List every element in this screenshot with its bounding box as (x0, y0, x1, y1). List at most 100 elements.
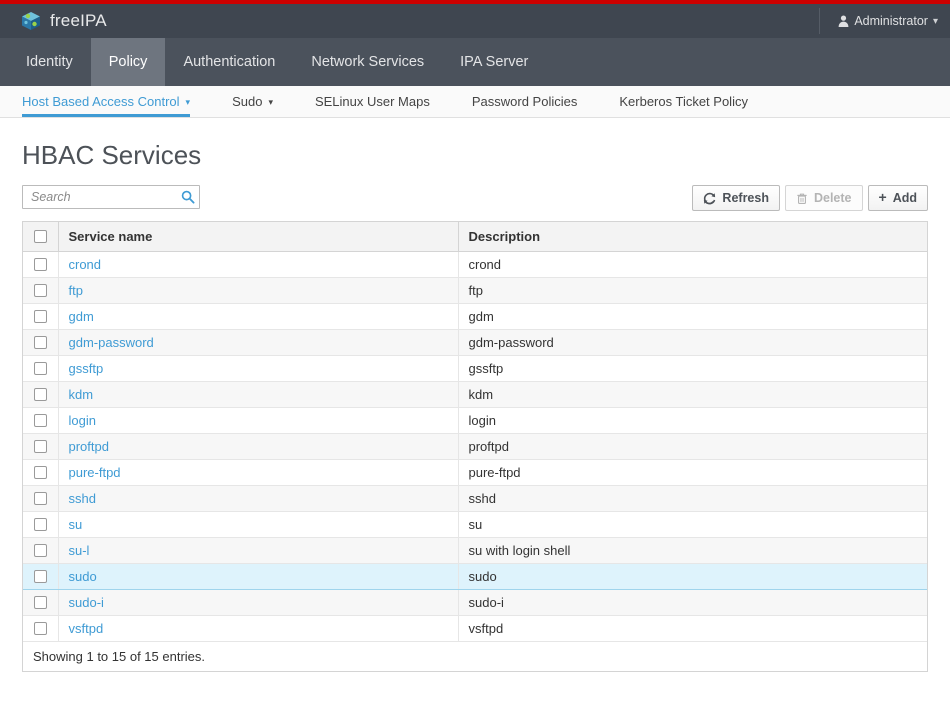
nav-item-network-services[interactable]: Network Services (293, 38, 442, 86)
description-cell: gssftp (458, 355, 927, 382)
service-name-cell: ftp (58, 277, 459, 304)
row-checkbox[interactable] (34, 258, 47, 271)
service-name-link[interactable]: su-l (69, 543, 90, 558)
subnav-item-selinux-user-maps[interactable]: SELinux User Maps (315, 86, 450, 117)
select-all-checkbox[interactable] (34, 230, 47, 243)
table-row[interactable]: proftpd proftpd (23, 433, 927, 460)
table-row[interactable]: sudo sudo (23, 563, 927, 590)
table-row[interactable]: su-l su with login shell (23, 537, 927, 564)
add-button[interactable]: + Add (867, 185, 928, 211)
nav-item-policy[interactable]: Policy (90, 38, 166, 86)
description-cell: ftp (458, 277, 927, 304)
chevron-down-icon: ▾ (185, 97, 191, 107)
row-checkbox[interactable] (34, 570, 47, 583)
subnav-item-password-policies[interactable]: Password Policies (472, 86, 598, 117)
service-name-link[interactable]: crond (69, 257, 102, 272)
row-select-cell (23, 485, 59, 512)
row-select-cell (23, 563, 59, 590)
service-name-link[interactable]: sudo (69, 569, 97, 584)
description-cell: vsftpd (458, 615, 927, 642)
subnav-item-kerberos-ticket-policy[interactable]: Kerberos Ticket Policy (619, 86, 768, 117)
refresh-button-label: Refresh (722, 191, 769, 205)
subnav-item-host-based-access-control[interactable]: Host Based Access Control ▾ (22, 86, 210, 117)
plus-icon: + (878, 189, 887, 205)
ipa-cube-logo-icon (22, 12, 40, 30)
row-checkbox[interactable] (34, 362, 47, 375)
brand-name: freeIPA (50, 11, 107, 30)
row-checkbox[interactable] (34, 336, 47, 349)
row-checkbox[interactable] (34, 466, 47, 479)
table-footer-summary: Showing 1 to 15 of 15 entries. (23, 642, 927, 671)
row-select-cell (23, 459, 59, 486)
table-row[interactable]: kdm kdm (23, 381, 927, 408)
row-checkbox[interactable] (34, 414, 47, 427)
service-name-link[interactable]: su (69, 517, 83, 532)
row-checkbox[interactable] (34, 310, 47, 323)
row-checkbox[interactable] (34, 284, 47, 297)
delete-button[interactable]: Delete (784, 185, 863, 211)
description-cell: gdm-password (458, 329, 927, 356)
service-name-link[interactable]: sshd (69, 491, 96, 506)
refresh-button[interactable]: Refresh (692, 185, 780, 211)
service-name-cell: sshd (58, 485, 459, 512)
service-name-cell: gdm (58, 303, 459, 330)
user-menu[interactable]: Administrator ▾ (819, 8, 938, 34)
service-name-link[interactable]: gdm (69, 309, 94, 324)
brand[interactable]: freeIPA (20, 10, 107, 32)
service-name-link[interactable]: sudo-i (69, 595, 104, 610)
table-row[interactable]: pure-ftpd pure-ftpd (23, 459, 927, 486)
row-checkbox[interactable] (34, 492, 47, 505)
row-checkbox[interactable] (34, 622, 47, 635)
table-row[interactable]: crond crond (23, 251, 927, 278)
service-name-link[interactable]: gdm-password (69, 335, 154, 350)
row-select-cell (23, 433, 59, 460)
masthead: freeIPA Administrator ▾ (0, 4, 950, 38)
row-checkbox[interactable] (34, 440, 47, 453)
select-all-header (23, 222, 59, 252)
table-row[interactable]: sshd sshd (23, 485, 927, 512)
description-cell: su with login shell (458, 537, 927, 564)
service-name-link[interactable]: proftpd (69, 439, 109, 454)
table-row[interactable]: login login (23, 407, 927, 434)
service-name-cell: su (58, 511, 459, 538)
description-cell: sudo-i (458, 589, 927, 616)
subnav-label: Kerberos Ticket Policy (619, 94, 748, 109)
toolbar: Refresh Delete + Add (22, 185, 928, 211)
search-icon (181, 190, 195, 204)
nav-item-ipa-server[interactable]: IPA Server (442, 38, 546, 86)
service-name-cell: gssftp (58, 355, 459, 382)
hbac-services-table: Service name Description crond crond ftp ft… (23, 222, 927, 642)
trash-icon (797, 193, 807, 204)
service-name-cell: kdm (58, 381, 459, 408)
row-checkbox[interactable] (34, 596, 47, 609)
column-header-service-name[interactable]: Service name (58, 222, 459, 252)
service-name-link[interactable]: kdm (69, 387, 94, 402)
table-row[interactable]: ftp ftp (23, 277, 927, 304)
table-row[interactable]: gdm-password gdm-password (23, 329, 927, 356)
table-row[interactable]: sudo-i sudo-i (23, 589, 927, 616)
column-header-description[interactable]: Description (458, 222, 927, 252)
row-checkbox[interactable] (34, 518, 47, 531)
row-checkbox[interactable] (34, 544, 47, 557)
service-name-link[interactable]: pure-ftpd (69, 465, 121, 480)
search-input[interactable] (22, 185, 200, 209)
service-name-link[interactable]: vsftpd (69, 621, 104, 636)
row-checkbox[interactable] (34, 388, 47, 401)
refresh-icon (704, 192, 716, 204)
nav-item-authentication[interactable]: Authentication (165, 38, 293, 86)
service-name-link[interactable]: gssftp (69, 361, 104, 376)
table-row[interactable]: su su (23, 511, 927, 538)
table-row[interactable]: vsftpd vsftpd (23, 615, 927, 642)
nav-item-identity[interactable]: Identity (8, 38, 91, 86)
secondary-nav: Host Based Access Control ▾ Sudo ▾ SELin… (0, 86, 950, 118)
row-select-cell (23, 589, 59, 616)
chevron-down-icon: ▾ (932, 15, 938, 27)
search-button[interactable] (178, 188, 197, 206)
table-row[interactable]: gssftp gssftp (23, 355, 927, 382)
search-box (22, 185, 200, 209)
subnav-item-sudo[interactable]: Sudo ▾ (232, 86, 293, 117)
service-name-link[interactable]: login (69, 413, 96, 428)
service-name-link[interactable]: ftp (69, 283, 83, 298)
page-content: HBAC Services Refresh (0, 140, 950, 672)
table-row[interactable]: gdm gdm (23, 303, 927, 330)
